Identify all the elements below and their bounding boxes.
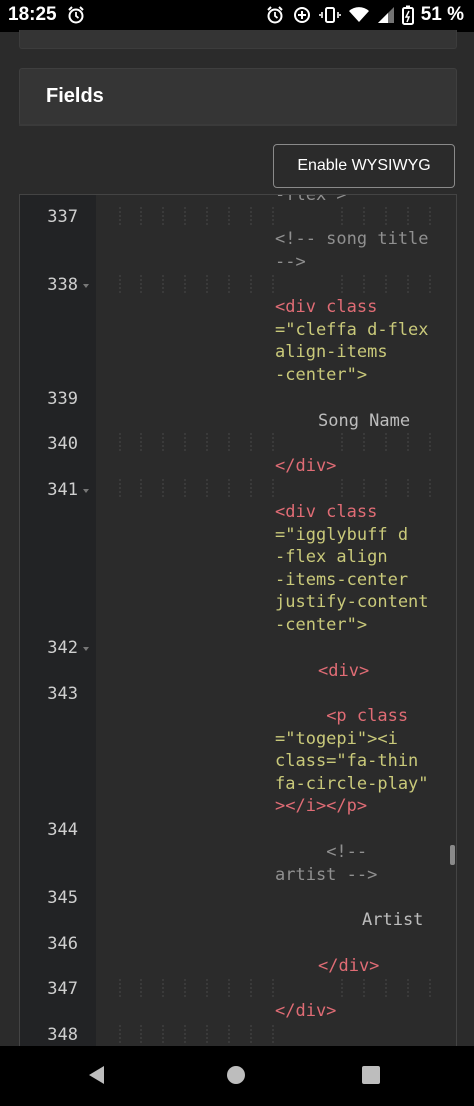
fields-section-header[interactable]: Fields [19,68,457,126]
code-line-342: <div> [318,661,370,681]
code-line-341: <div class ="igglybuff d -flex align -it… [275,502,429,635]
editor-scrollbar[interactable] [450,845,455,865]
line-number: 340 [47,434,78,454]
line-number: 338 [47,275,78,295]
code-line-338: <div class ="cleffa d-flex align-items -… [275,297,429,385]
line-number: 348 [47,1025,78,1045]
battery-percent: 51 % [420,4,464,25]
divider [19,124,457,126]
fold-arrow-icon[interactable] [83,489,89,493]
alarm-icon [265,5,285,25]
code-line-346: </div> [318,956,380,976]
fold-arrow-icon[interactable] [83,647,89,651]
line-number: 343 [47,684,78,704]
code-line-347: </div> [275,1001,337,1021]
home-icon[interactable] [225,1064,247,1091]
line-number: 342 [47,638,78,658]
line-number: 341 [47,480,78,500]
wifi-icon [348,6,370,24]
status-time: 18:25 [8,4,57,25]
line-number: 345 [47,888,78,908]
status-bar: 18:25 51 % [0,0,474,32]
line-number: 337 [47,207,78,227]
code-line-344: <!-- artist --> [275,842,378,885]
code-line-339: Song Name [318,411,411,431]
previous-card [19,30,457,49]
recents-icon[interactable] [360,1064,382,1091]
vibrate-icon [318,5,341,25]
battery-icon [401,5,414,25]
back-icon[interactable] [86,1064,108,1091]
alarm-icon [66,5,86,30]
code-line-340: </div> [275,456,337,476]
fold-arrow-icon[interactable] [83,284,89,288]
fields-title: Fields [46,85,104,107]
code-line-337: <!-- song title --> [275,229,429,272]
code-line-343: <p class ="togepi"><i class="fa-thin fa-… [275,706,429,817]
line-number: 339 [47,389,78,409]
line-number: 344 [47,820,78,840]
line-number: 346 [47,934,78,954]
data-saver-icon [292,5,312,25]
code-line-345: Artist [362,910,424,930]
signal-icon [377,6,395,24]
line-number: 347 [47,979,78,999]
navigation-bar [0,1046,474,1106]
enable-wysiwyg-button[interactable]: Enable WYSIWYG [273,144,455,188]
code-line-partial: -flex"> [275,194,347,205]
code-editor[interactable]: 337 338 339 340 341 342 343 344 345 346 … [19,194,457,1047]
